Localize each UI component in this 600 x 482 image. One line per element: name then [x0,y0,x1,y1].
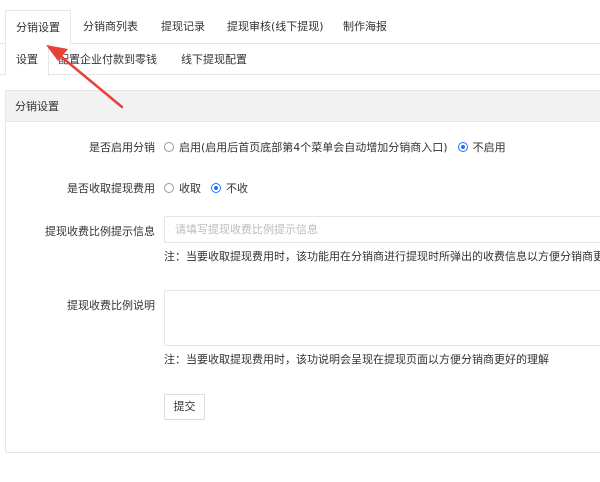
radio-fee-on-label[interactable]: 收取 [179,180,201,196]
tab-distribution-settings[interactable]: 分销设置 [5,10,71,45]
radio-fee-on[interactable] [164,183,174,193]
subtab-enterprise-payment[interactable]: 配置企业付款到零钱 [58,44,157,75]
ratio-desc-textarea[interactable] [164,290,600,346]
radio-enable-off-label[interactable]: 不启用 [473,139,506,155]
panel-title: 分销设置 [6,91,600,122]
withdraw-fee-radios: 收取 不收 [164,180,258,196]
withdraw-fee-label: 是否收取提现费用 [67,182,155,195]
tab-withdraw-review[interactable]: 提现审核(线下提现) [227,10,324,44]
subtab-offline-withdraw[interactable]: 线下提现配置 [181,44,247,75]
enable-distribution-radios: 启用(启用后首页底部第4个菜单会自动增加分销商入口) 不启用 [164,139,516,155]
submit-button[interactable]: 提交 [164,394,205,420]
radio-enable-on-label[interactable]: 启用(启用后首页底部第4个菜单会自动增加分销商入口) [179,139,448,155]
sub-tab-bar: 设置 配置企业付款到零钱 线下提现配置 [0,44,600,76]
radio-enable-on[interactable] [164,142,174,152]
enable-distribution-label: 是否启用分销 [89,141,155,154]
ratio-tip-input[interactable]: 请填写提现收费比例提示信息 [164,216,600,243]
tab-distributor-list[interactable]: 分销商列表 [83,10,138,44]
tab-withdraw-records[interactable]: 提现记录 [161,10,205,44]
radio-fee-off-label[interactable]: 不收 [226,180,248,196]
tab-make-poster[interactable]: 制作海报 [343,10,387,44]
ratio-tip-label: 提现收费比例提示信息 [45,225,155,238]
radio-fee-off[interactable] [211,183,221,193]
ratio-desc-note: 注：当要收取提现费用时，该功说明会呈现在提现页面以方便分销商更好的理解 [164,353,549,366]
ratio-desc-label: 提现收费比例说明 [67,299,155,312]
ratio-tip-note: 注：当要收取提现费用时，该功能用在分销商进行提现时所弹出的收费信息以方便分销商更… [164,250,600,263]
subtab-settings[interactable]: 设置 [5,44,49,76]
top-tab-bar: 分销设置 分销商列表 提现记录 提现审核(线下提现) 制作海报 [0,0,600,45]
radio-enable-off[interactable] [457,142,468,152]
